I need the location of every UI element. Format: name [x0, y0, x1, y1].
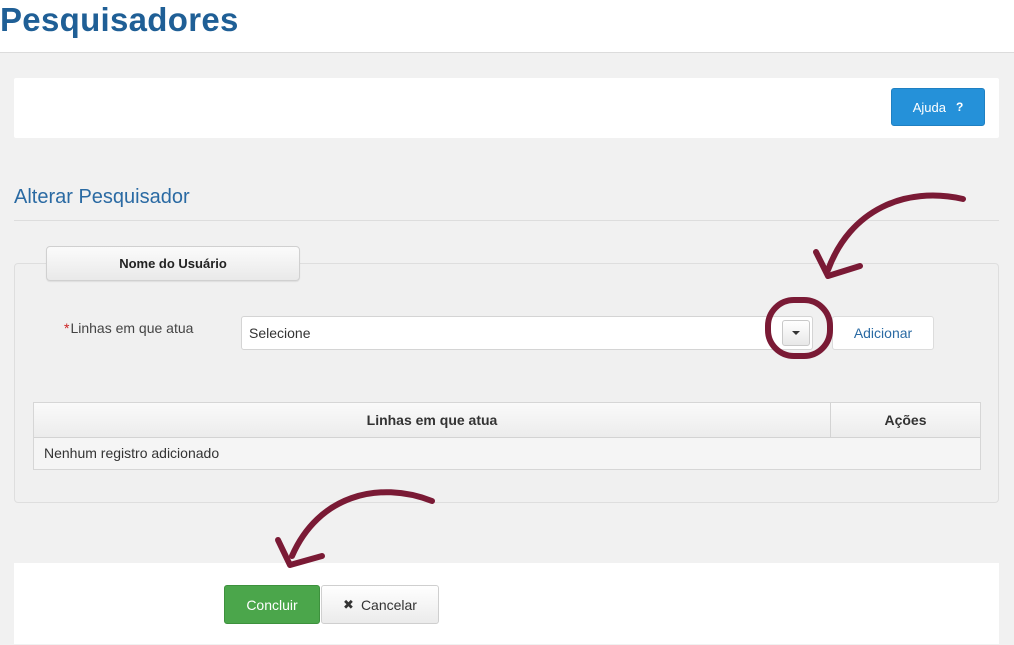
page-title: Pesquisadores: [0, 1, 239, 38]
cancel-button-label: Cancelar: [360, 596, 417, 613]
times-icon: ✖: [343, 596, 354, 612]
add-button[interactable]: Adicionar: [832, 316, 934, 350]
help-button-label: Ajuda: [912, 99, 946, 115]
toolbar: Ajuda ?: [14, 78, 999, 138]
help-button[interactable]: Ajuda ?: [891, 88, 985, 126]
required-marker: *: [64, 320, 70, 336]
section-title: Alterar Pesquisador: [14, 186, 190, 208]
lines-field-label: *Linhas em que atua: [64, 320, 193, 336]
cancel-button[interactable]: ✖ Cancelar: [321, 585, 439, 624]
conclude-button[interactable]: Concluir: [224, 585, 320, 624]
column-header-actions[interactable]: Ações: [831, 403, 980, 437]
select-value: Selecione: [249, 325, 311, 341]
caret-down-icon: [792, 331, 800, 335]
select-dropdown-button[interactable]: [782, 320, 810, 346]
column-header-lines[interactable]: Linhas em que atua: [34, 403, 831, 437]
lines-select[interactable]: Selecione: [241, 316, 813, 350]
question-icon: ?: [955, 100, 964, 114]
table-header-row: Linhas em que atua Ações: [34, 403, 980, 438]
lines-table: Linhas em que atua Ações Nenhum registro…: [33, 402, 981, 470]
lines-field-label-text: Linhas em que atua: [70, 320, 194, 336]
fieldset-legend: Nome do Usuário: [46, 246, 300, 281]
section-divider: [14, 220, 999, 221]
form-footer: [14, 563, 999, 644]
empty-table-message: Nenhum registro adicionado: [44, 445, 220, 461]
